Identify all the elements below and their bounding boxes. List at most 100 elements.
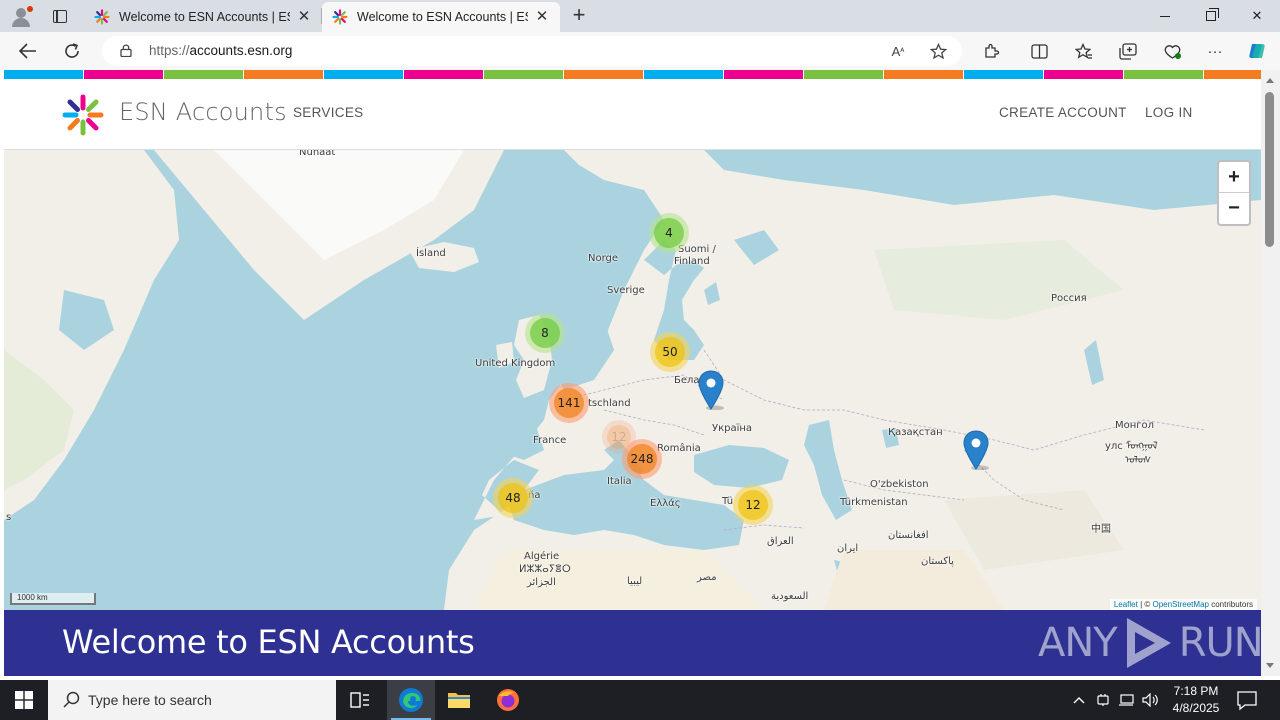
url-text[interactable]: https://accounts.esn.org [149,43,292,58]
map-label: مصر [697,572,717,583]
map-label: s [6,512,12,523]
tab-strip: Welcome to ESN Accounts | ESN ✕ Welcome … [0,0,1280,32]
map-label: France [533,435,567,446]
map-cluster-balkans[interactable]: 248 [622,439,662,479]
nav-services-link[interactable]: SERVICES [293,105,363,120]
map-label: Norge [588,253,619,264]
back-button[interactable] [14,38,42,64]
tray-device-icon[interactable] [1094,690,1112,710]
map-label: Sverige [607,285,645,296]
map-label: ⵍⵣⵣⴰⵢⴻⵔ [519,564,571,575]
scrollbar-thumb[interactable] [1265,92,1274,247]
clock-time: 7:18 PM [1173,684,1219,698]
tab-close-icon[interactable]: ✕ [296,9,312,25]
map-cluster-finland[interactable]: 4 [649,213,689,253]
stripe-segment [244,70,324,79]
map-cluster-baltic[interactable]: 50 [650,332,690,372]
split-screen-icon[interactable] [1026,39,1052,63]
stripe-segment [84,70,164,79]
tab-active[interactable]: Welcome to ESN Accounts | ESN ✕ [322,2,560,32]
taskbar-search[interactable]: Type here to search [48,680,336,720]
volume-icon[interactable] [1141,690,1159,710]
stripe-segment [404,70,484,79]
lock-icon[interactable] [120,44,132,57]
stripe-segment [564,70,644,79]
map-marker-icon[interactable] [963,430,989,470]
start-button[interactable] [0,680,48,720]
clusters-map[interactable]: Nunaat Ísland Norge Suomi / Finland Sver… [4,150,1261,610]
map-label: Finland [674,256,710,267]
map-label: 中国 [1091,524,1111,535]
map-label: العراق [767,536,794,547]
refresh-icon [65,43,79,58]
map-cluster-uk[interactable]: 8 [525,313,565,353]
tab-actions-icon[interactable] [48,6,72,26]
browser-essentials-icon[interactable] [1159,39,1185,63]
scroll-up-icon[interactable] [1266,78,1274,83]
map-label: Nunaat [299,150,336,158]
scroll-down-icon[interactable] [1266,663,1274,668]
anyrun-watermark: ANY RUN [1038,610,1261,676]
settings-more-icon[interactable]: ··· [1202,39,1228,63]
site-header: ESN Accounts SERVICES CREATE ACCOUNT LOG… [4,79,1261,150]
profile-avatar-icon[interactable] [9,5,33,27]
tab-close-icon[interactable]: ✕ [534,9,550,25]
openstreetmap-link[interactable]: OpenStreetMap [1152,600,1208,609]
task-view-button[interactable] [336,680,384,720]
zoom-out-button[interactable]: − [1219,193,1249,224]
tray-chevron-icon[interactable] [1070,690,1088,710]
stripe-segment [724,70,804,79]
notification-center-icon[interactable] [1236,689,1258,711]
network-icon[interactable] [1117,690,1135,710]
map-cluster-spain[interactable]: 48 [493,478,533,518]
close-window-button[interactable]: ✕ [1234,0,1280,32]
map-label: România [657,443,701,454]
favorites-icon[interactable] [1071,39,1097,63]
leaflet-link[interactable]: Leaflet [1114,600,1138,609]
favorite-star-icon[interactable] [928,42,948,60]
esn-favicon-icon [94,9,110,25]
firefox-icon [497,689,519,711]
zoom-in-button[interactable]: + [1219,162,1249,193]
taskbar-firefox[interactable] [484,680,532,720]
taskbar-clock[interactable]: 7:18 PM 4/8/2025 [1164,683,1228,717]
windows-logo-icon [15,691,33,709]
esn-star-logo-icon[interactable] [62,94,104,136]
collections-icon[interactable] [1115,39,1141,63]
zoom-control: + − [1217,160,1251,226]
minimize-button[interactable] [1142,0,1188,32]
extensions-icon[interactable] [978,39,1004,63]
map-label: Algérie [524,551,560,562]
copilot-icon[interactable] [1244,39,1270,63]
map-cluster-turkey[interactable]: 12 [733,485,773,525]
refresh-button[interactable] [58,38,86,64]
tab-inactive[interactable]: Welcome to ESN Accounts | ESN ✕ [84,2,322,32]
new-tab-button[interactable]: + [567,4,591,27]
map-scale: 1000 km [10,593,96,605]
page-title: Welcome to ESN Accounts [62,623,475,661]
map-marker-icon[interactable] [698,370,724,410]
clock-date: 4/8/2025 [1172,701,1220,715]
map-label: Ísland [416,248,446,259]
page-scrollbar[interactable] [1261,70,1280,676]
read-aloud-icon[interactable]: Aᴬ [888,42,908,60]
taskbar-file-explorer[interactable] [435,680,483,720]
nav-login-link[interactable]: LOG IN [1145,105,1193,120]
stripe-segment [484,70,564,79]
address-bar[interactable]: https://accounts.esn.org Aᴬ [102,36,962,66]
taskbar-edge[interactable] [387,680,435,720]
map-label: Україна [712,423,753,434]
map-label: ᠤᠯᠤᠰ [1125,455,1152,466]
map-label: Italia [607,476,632,487]
stripe-segment [1204,70,1261,79]
stripe-segment [804,70,884,79]
map-cluster-germany[interactable]: 141 [549,383,589,423]
web-page: ESN Accounts SERVICES CREATE ACCOUNT LOG… [4,70,1261,676]
site-brand[interactable]: ESN Accounts [119,98,287,126]
nav-create-account-link[interactable]: CREATE ACCOUNT [999,105,1127,120]
restore-button[interactable] [1188,0,1234,32]
welcome-banner: Welcome to ESN Accounts ANY RUN [4,610,1261,676]
map-label: Ελλάς [650,498,681,509]
windows-taskbar: Type here to search 7:18 PM 4/8/2025 [0,680,1280,720]
map-tiles[interactable] [4,150,1261,610]
